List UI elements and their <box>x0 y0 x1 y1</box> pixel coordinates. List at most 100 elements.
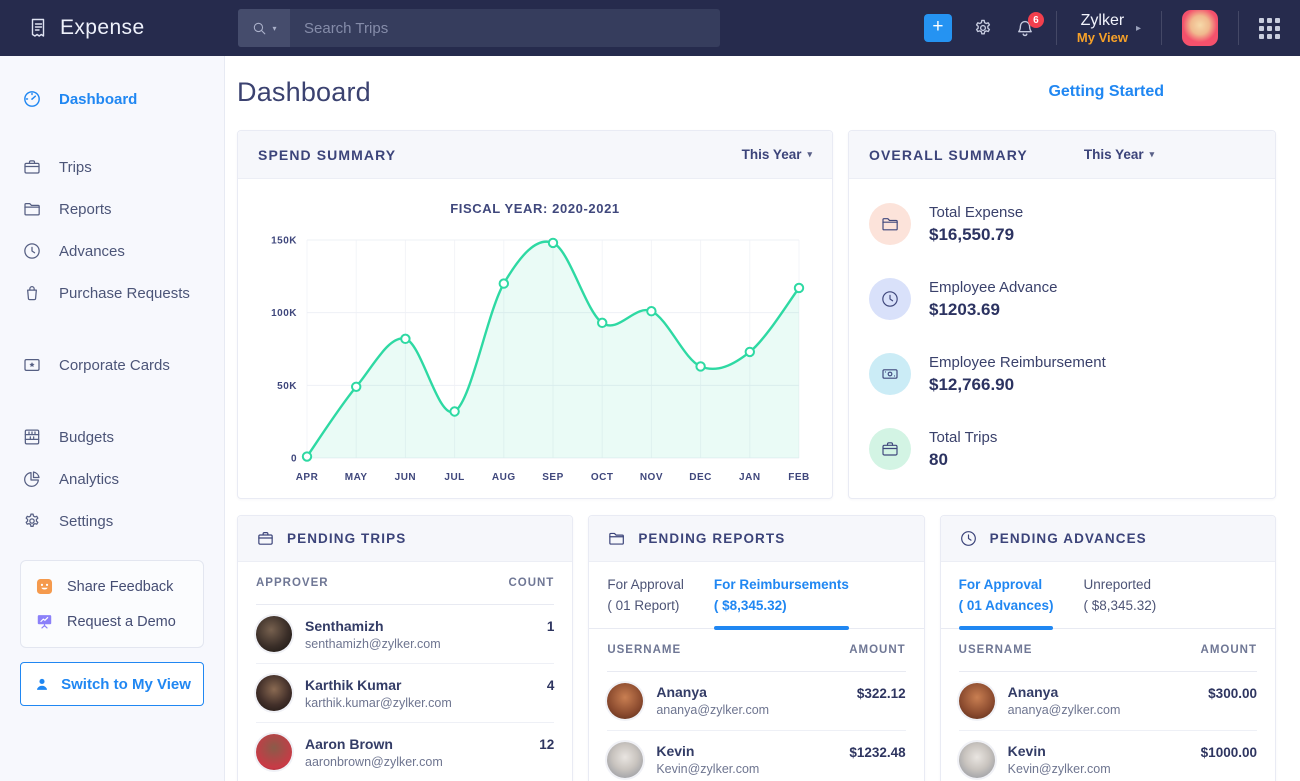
sidebar-item-corporate-cards[interactable]: Corporate Cards <box>0 344 224 386</box>
sidebar-item-reports[interactable]: Reports <box>0 188 224 230</box>
spend-summary-card: SPEND SUMMARY This Year ▾ FISCAL YEAR: 2… <box>237 130 833 499</box>
svg-text:APR: APR <box>296 472 319 483</box>
divider <box>1161 11 1162 45</box>
avatar <box>256 675 292 711</box>
sidebar-item-trips[interactable]: Trips <box>0 146 224 188</box>
summary-value: $12,766.90 <box>929 375 1106 395</box>
user-email: ananya@zylker.com <box>656 703 769 717</box>
person-icon <box>33 675 51 693</box>
sidebar-item-label: Corporate Cards <box>59 357 170 374</box>
sidebar-item-budgets[interactable]: Budgets <box>0 416 224 458</box>
summary-value: 80 <box>929 450 997 470</box>
briefcase-icon <box>22 157 42 177</box>
sidebar-item-label: Dashboard <box>59 91 137 108</box>
tab-for-approval[interactable]: For Approval ( 01 Report) <box>607 575 684 628</box>
column-header-approver: APPROVER <box>256 577 329 589</box>
pending-reports-title: PENDING REPORTS <box>638 531 785 546</box>
spend-period-dropdown[interactable]: This Year ▾ <box>742 147 812 162</box>
approver-name: Karthik Kumar <box>305 677 452 693</box>
table-row[interactable]: Aaron Brown aaronbrown@zylker.com 12 <box>256 723 554 781</box>
username: Kevin <box>1008 743 1111 759</box>
expense-folder-icon <box>869 203 911 245</box>
share-feedback-label: Share Feedback <box>67 579 173 595</box>
request-demo-label: Request a Demo <box>67 614 176 630</box>
table-row[interactable]: Kevin Kevin@zylker.com $1000.00 <box>959 731 1257 781</box>
avatar <box>607 742 643 778</box>
chevron-down-icon: ▾ <box>1150 149 1155 160</box>
spend-chart: 050K100K150KAPRMAYJUNJULAUGSEPOCTNOVDECJ… <box>255 230 815 488</box>
summary-label: Total Expense <box>929 204 1023 221</box>
shopping-bag-icon <box>22 283 42 303</box>
summary-label: Total Trips <box>929 429 997 446</box>
trip-count: 4 <box>547 675 555 693</box>
svg-text:SEP: SEP <box>542 472 564 483</box>
avatar <box>959 683 995 719</box>
table-row[interactable]: Ananya ananya@zylker.com $322.12 <box>607 672 905 731</box>
pending-trips-card: PENDING TRIPS APPROVER COUNT Senthamizh … <box>237 515 573 781</box>
user-avatar[interactable] <box>1182 10 1218 46</box>
pending-reports-card: PENDING REPORTS For Approval ( 01 Report… <box>588 515 924 781</box>
quick-add-button[interactable]: + <box>924 14 952 42</box>
column-header-username: USERNAME <box>607 644 681 656</box>
settings-gear-button[interactable] <box>972 17 994 39</box>
sidebar-item-label: Settings <box>59 513 113 530</box>
sidebar-item-label: Budgets <box>59 429 114 446</box>
sidebar-item-dashboard[interactable]: Dashboard <box>0 78 224 120</box>
sidebar-item-purchase-requests[interactable]: Purchase Requests <box>0 272 224 314</box>
sidebar-item-advances[interactable]: Advances <box>0 230 224 272</box>
svg-text:JUL: JUL <box>444 472 464 483</box>
app-logo[interactable]: Expense <box>0 16 145 40</box>
summary-row-total-expense: Total Expense $16,550.79 <box>869 203 1255 245</box>
svg-text:150K: 150K <box>271 236 297 247</box>
approver-name: Aaron Brown <box>305 736 443 752</box>
user-email: ananya@zylker.com <box>1008 703 1121 717</box>
summary-row-total-trips: Total Trips 80 <box>869 428 1255 470</box>
clock-icon <box>959 529 978 548</box>
divider <box>1056 11 1057 45</box>
main-content: Dashboard Getting Started SPEND SUMMARY … <box>225 56 1300 781</box>
user-email: Kevin@zylker.com <box>1008 762 1111 776</box>
summary-label: Employee Advance <box>929 279 1057 296</box>
card-icon <box>22 355 42 375</box>
svg-text:OCT: OCT <box>591 472 614 483</box>
sidebar-item-settings[interactable]: Settings <box>0 500 224 542</box>
app-grid-icon[interactable] <box>1259 18 1280 39</box>
search-input[interactable] <box>290 9 720 47</box>
avatar <box>256 616 292 652</box>
username: Kevin <box>656 743 759 759</box>
share-feedback-link[interactable]: Share Feedback <box>21 569 203 604</box>
amount: $1232.48 <box>849 742 905 760</box>
pending-trips-title: PENDING TRIPS <box>287 531 406 546</box>
tab-unreported[interactable]: Unreported ( $8,345.32) <box>1083 575 1156 628</box>
tab-for-approval[interactable]: For Approval ( 01 Advances) <box>959 575 1054 628</box>
approver-email: senthamizh@zylker.com <box>305 637 441 651</box>
switch-to-my-view-button[interactable]: Switch to My View <box>20 662 204 706</box>
sidebar-item-label: Trips <box>59 159 92 176</box>
username: Ananya <box>1008 684 1121 700</box>
org-switcher[interactable]: Zylker My View ▸ <box>1077 11 1141 46</box>
svg-text:50K: 50K <box>277 381 297 392</box>
folder-icon <box>607 529 626 548</box>
summary-value: $16,550.79 <box>929 225 1023 245</box>
table-row[interactable]: Karthik Kumar karthik.kumar@zylker.com 4 <box>256 664 554 723</box>
approver-email: karthik.kumar@zylker.com <box>305 696 452 710</box>
svg-text:100K: 100K <box>271 308 297 319</box>
search-icon <box>251 20 268 37</box>
request-demo-link[interactable]: Request a Demo <box>21 604 203 639</box>
table-row[interactable]: Ananya ananya@zylker.com $300.00 <box>959 672 1257 731</box>
table-row[interactable]: Senthamizh senthamizh@zylker.com 1 <box>256 605 554 664</box>
getting-started-link[interactable]: Getting Started <box>1048 83 1164 101</box>
tab-for-reimbursements[interactable]: For Reimbursements ( $8,345.32) <box>714 575 849 628</box>
pie-chart-icon <box>22 469 42 489</box>
advance-clock-icon <box>869 278 911 320</box>
search-scope-dropdown[interactable]: ▾ <box>238 9 290 47</box>
overall-period-dropdown[interactable]: This Year ▾ <box>1084 147 1154 162</box>
sidebar-item-analytics[interactable]: Analytics <box>0 458 224 500</box>
summary-row-employee-reimbursement: Employee Reimbursement $12,766.90 <box>869 353 1255 395</box>
trips-briefcase-icon <box>869 428 911 470</box>
svg-text:NOV: NOV <box>640 472 663 483</box>
sidebar-item-label: Reports <box>59 201 112 218</box>
smiley-icon <box>35 577 54 596</box>
notifications-button[interactable]: 6 <box>1014 17 1036 39</box>
table-row[interactable]: Kevin Kevin@zylker.com $1232.48 <box>607 731 905 781</box>
